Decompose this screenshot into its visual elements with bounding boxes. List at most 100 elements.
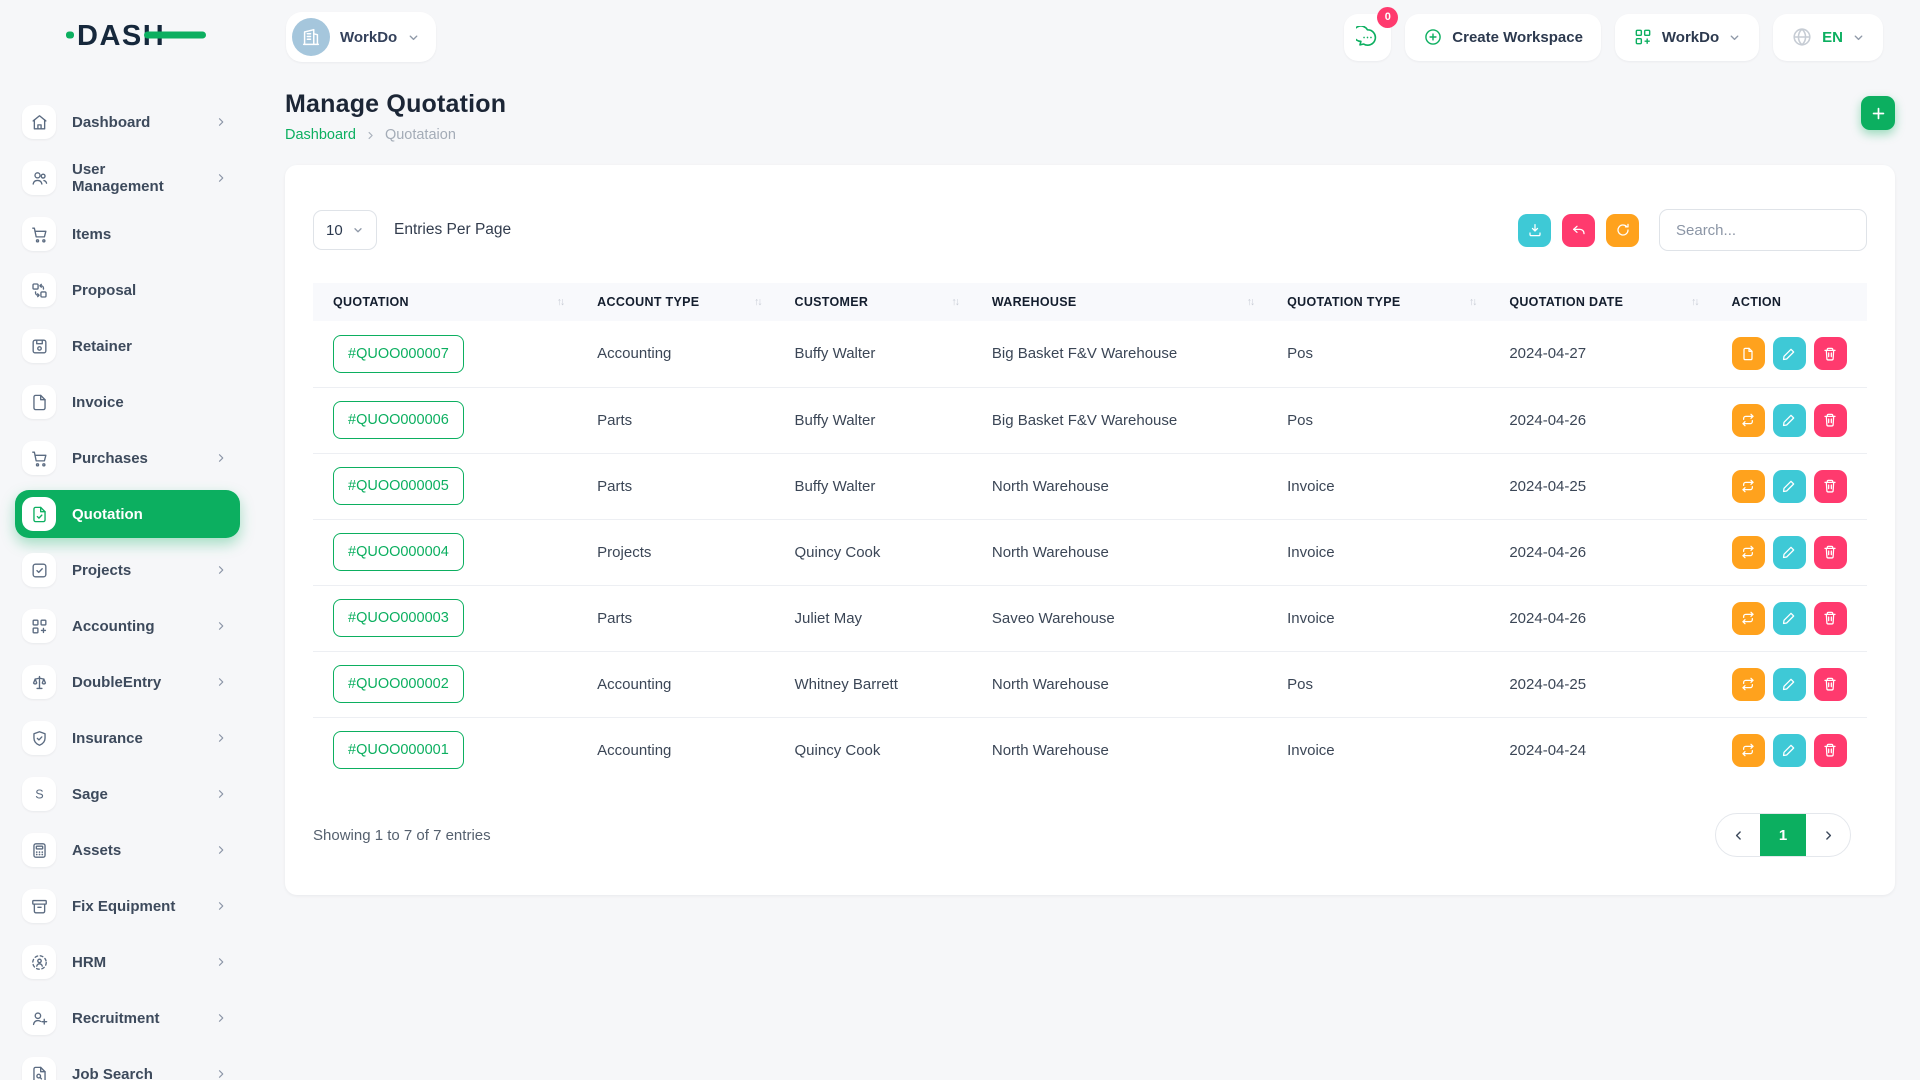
quotation-number-link[interactable]: #QUOO000001 bbox=[333, 731, 464, 769]
cell-quotation-type: Pos bbox=[1267, 387, 1489, 453]
sidebar-item-quotation[interactable]: Quotation bbox=[15, 490, 240, 538]
undo-button[interactable] bbox=[1562, 214, 1595, 247]
prev-page-button[interactable] bbox=[1716, 814, 1760, 856]
language-code: EN bbox=[1822, 29, 1843, 46]
delete-action-button[interactable] bbox=[1814, 337, 1847, 370]
add-quotation-button[interactable] bbox=[1861, 96, 1895, 130]
delete-action-button[interactable] bbox=[1814, 668, 1847, 701]
trash-icon bbox=[1822, 346, 1838, 362]
workspace-selector[interactable]: WorkDo bbox=[286, 12, 436, 62]
sidebar-item-hrm[interactable]: HRM bbox=[15, 938, 240, 986]
cell-warehouse: North Warehouse bbox=[972, 717, 1267, 783]
quotation-number-link[interactable]: #QUOO000005 bbox=[333, 467, 464, 505]
hrm-icon bbox=[22, 945, 56, 979]
current-page[interactable]: 1 bbox=[1760, 814, 1806, 856]
breadcrumb-dashboard-link[interactable]: Dashboard bbox=[285, 127, 356, 143]
edit-action-button[interactable] bbox=[1773, 404, 1806, 437]
create-workspace-label: Create Workspace bbox=[1452, 29, 1583, 46]
row-actions bbox=[1732, 602, 1853, 635]
convert-action-button[interactable] bbox=[1732, 470, 1765, 503]
language-selector[interactable]: EN bbox=[1773, 14, 1883, 61]
edit-action-button[interactable] bbox=[1773, 602, 1806, 635]
sidebar-item-fix-equipment[interactable]: Fix Equipment bbox=[15, 882, 240, 930]
delete-action-button[interactable] bbox=[1814, 470, 1847, 503]
table-footer: Showing 1 to 7 of 7 entries 1 bbox=[313, 813, 1867, 857]
chevron-right-icon bbox=[215, 564, 227, 576]
cell-quotation-type: Pos bbox=[1267, 321, 1489, 387]
workspace-menu-button[interactable]: WorkDo bbox=[1615, 14, 1759, 61]
delete-action-button[interactable] bbox=[1814, 536, 1847, 569]
cell-customer: Quincy Cook bbox=[775, 519, 972, 585]
sidebar-item-label: DoubleEntry bbox=[72, 674, 161, 691]
view-file-action-button[interactable] bbox=[1732, 337, 1765, 370]
column-label: ACCOUNT TYPE bbox=[597, 295, 699, 309]
delete-action-button[interactable] bbox=[1814, 602, 1847, 635]
retainer-icon bbox=[22, 329, 56, 363]
column-header-quotation-date[interactable]: QUOTATION DATE↑↓ bbox=[1489, 283, 1711, 321]
sidebar-item-dashboard[interactable]: Dashboard bbox=[15, 98, 240, 146]
column-header-customer[interactable]: CUSTOMER↑↓ bbox=[775, 283, 972, 321]
sidebar-item-assets[interactable]: Assets bbox=[15, 826, 240, 874]
sidebar-item-purchases[interactable]: Purchases bbox=[15, 434, 240, 482]
cell-warehouse: Big Basket F&V Warehouse bbox=[972, 387, 1267, 453]
quotation-number-link[interactable]: #QUOO000006 bbox=[333, 401, 464, 439]
sidebar-item-label: Quotation bbox=[72, 506, 143, 523]
refresh-button[interactable] bbox=[1606, 214, 1639, 247]
sidebar-item-label: Accounting bbox=[72, 618, 155, 635]
topbar-actions: 0 Create Workspace WorkDo bbox=[1344, 14, 1883, 61]
delete-action-button[interactable] bbox=[1814, 734, 1847, 767]
column-header-quotation[interactable]: QUOTATION↑↓ bbox=[313, 283, 577, 321]
quotation-number-link[interactable]: #QUOO000004 bbox=[333, 533, 464, 571]
sidebar-item-retainer[interactable]: Retainer bbox=[15, 322, 240, 370]
column-header-warehouse[interactable]: WAREHOUSE↑↓ bbox=[972, 283, 1267, 321]
sidebar-item-invoice[interactable]: Invoice bbox=[15, 378, 240, 426]
sidebar-item-job-search[interactable]: Job Search bbox=[15, 1050, 240, 1080]
entries-per-page-select[interactable]: 10 bbox=[313, 210, 377, 250]
quotation-table-card: 10 Entries Per Page bbox=[285, 165, 1895, 895]
convert-action-button[interactable] bbox=[1732, 734, 1765, 767]
quotation-number-link[interactable]: #QUOO000007 bbox=[333, 335, 464, 373]
repeat-icon bbox=[1740, 478, 1756, 494]
edit-action-button[interactable] bbox=[1773, 470, 1806, 503]
table-body: #QUOO000007AccountingBuffy WalterBig Bas… bbox=[313, 321, 1867, 783]
sidebar-item-label: Invoice bbox=[72, 394, 124, 411]
convert-action-button[interactable] bbox=[1732, 602, 1765, 635]
quotation-number-link[interactable]: #QUOO000003 bbox=[333, 599, 464, 637]
table-row: #QUOO000005PartsBuffy WalterNorth Wareho… bbox=[313, 453, 1867, 519]
column-header-quotation-type[interactable]: QUOTATION TYPE↑↓ bbox=[1267, 283, 1489, 321]
edit-action-button[interactable] bbox=[1773, 536, 1806, 569]
edit-action-button[interactable] bbox=[1773, 734, 1806, 767]
edit-action-button[interactable] bbox=[1773, 337, 1806, 370]
export-button[interactable] bbox=[1518, 214, 1551, 247]
next-page-button[interactable] bbox=[1806, 814, 1850, 856]
sidebar-item-items[interactable]: Items bbox=[15, 210, 240, 258]
sidebar-item-projects[interactable]: Projects bbox=[15, 546, 240, 594]
trash-icon bbox=[1822, 610, 1838, 626]
app: DASH WorkDo 0 Create Workspace bbox=[0, 0, 1920, 1080]
delete-action-button[interactable] bbox=[1814, 404, 1847, 437]
convert-action-button[interactable] bbox=[1732, 404, 1765, 437]
sidebar-item-doubleentry[interactable]: DoubleEntry bbox=[15, 658, 240, 706]
column-label: ACTION bbox=[1732, 295, 1782, 309]
column-header-account-type[interactable]: ACCOUNT TYPE↑↓ bbox=[577, 283, 774, 321]
sidebar-item-user-management[interactable]: User Management bbox=[15, 154, 240, 202]
pagination: 1 bbox=[1715, 813, 1851, 857]
edit-action-button[interactable] bbox=[1773, 668, 1806, 701]
cell-account-type: Accounting bbox=[577, 651, 774, 717]
convert-action-button[interactable] bbox=[1732, 668, 1765, 701]
sidebar-item-accounting[interactable]: Accounting bbox=[15, 602, 240, 650]
sidebar-item-sage[interactable]: SSage bbox=[15, 770, 240, 818]
convert-action-button[interactable] bbox=[1732, 536, 1765, 569]
showing-entries-text: Showing 1 to 7 of 7 entries bbox=[313, 827, 491, 844]
trash-icon bbox=[1822, 544, 1838, 560]
sidebar-item-proposal[interactable]: Proposal bbox=[15, 266, 240, 314]
create-workspace-button[interactable]: Create Workspace bbox=[1405, 14, 1601, 61]
messages-button[interactable]: 0 bbox=[1344, 14, 1391, 61]
breadcrumb: Dashboard Quotataion bbox=[285, 127, 506, 143]
sidebar-item-recruitment[interactable]: Recruitment bbox=[15, 994, 240, 1042]
search-input[interactable] bbox=[1659, 209, 1867, 251]
sidebar-item-insurance[interactable]: Insurance bbox=[15, 714, 240, 762]
cell-warehouse: North Warehouse bbox=[972, 453, 1267, 519]
quotation-number-link[interactable]: #QUOO000002 bbox=[333, 665, 464, 703]
table-controls: 10 Entries Per Page bbox=[313, 209, 1867, 251]
